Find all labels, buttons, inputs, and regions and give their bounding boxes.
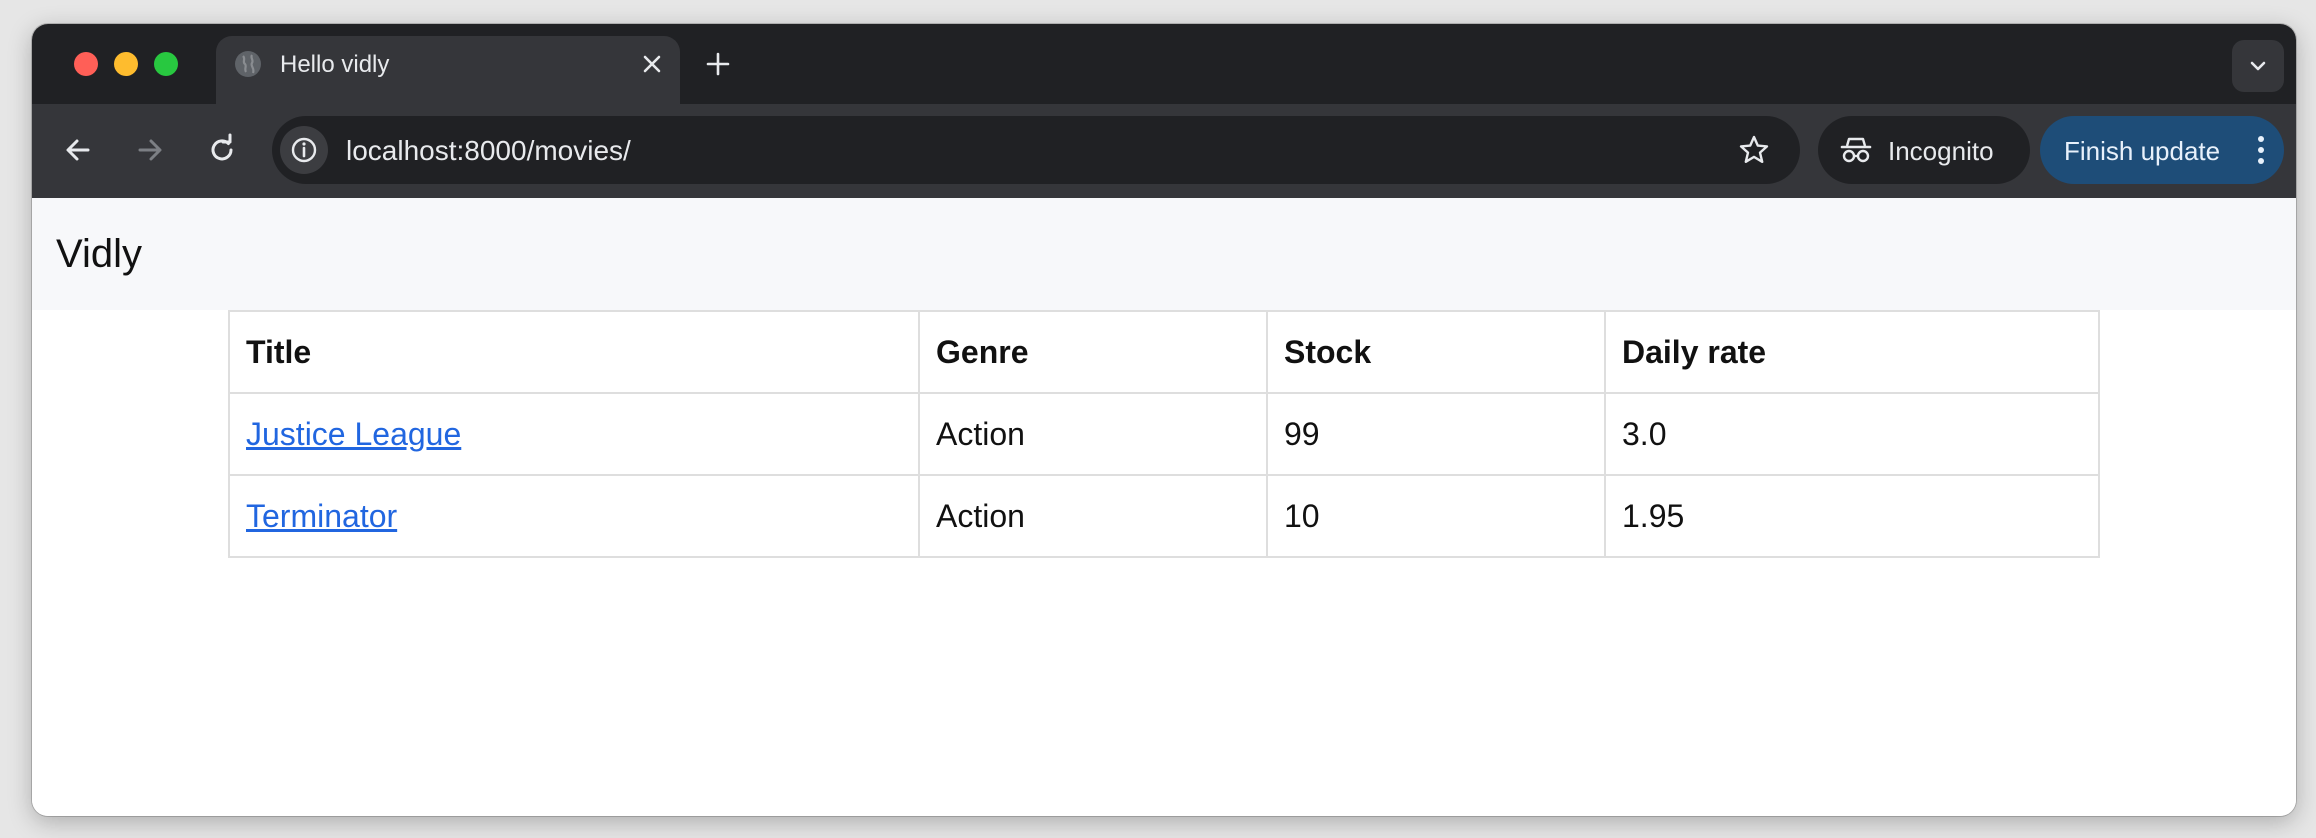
info-icon (291, 137, 317, 163)
column-header-title: Title (228, 310, 920, 394)
close-window-button[interactable] (74, 52, 98, 76)
incognito-label: Incognito (1888, 136, 1994, 166)
tab-search-button[interactable] (2232, 40, 2284, 92)
star-icon[interactable] (1738, 134, 1770, 166)
cell-stock: 99 (1266, 392, 1606, 476)
back-arrow-icon[interactable] (60, 132, 96, 168)
globe-icon (235, 51, 261, 77)
brand-link[interactable]: Vidly (56, 232, 142, 277)
reload-icon[interactable] (204, 132, 240, 168)
movies-table: Title Genre Stock Daily rate Justice Lea… (228, 310, 2100, 558)
navbar: Vidly (32, 198, 2296, 310)
table-row: Terminator Action 10 1.95 (228, 474, 2100, 558)
cell-title: Justice League (228, 392, 920, 476)
tab-hello-vidly[interactable]: Hello vidly (216, 36, 680, 104)
cell-genre: Action (918, 392, 1268, 476)
close-icon[interactable] (640, 52, 664, 76)
table-header-row: Title Genre Stock Daily rate (228, 310, 2100, 394)
column-header-stock: Stock (1266, 310, 1606, 394)
forward-arrow-icon[interactable] (132, 132, 168, 168)
plus-icon[interactable] (704, 50, 732, 78)
column-header-genre: Genre (918, 310, 1268, 394)
kebab-menu-icon[interactable] (2256, 134, 2266, 166)
address-bar[interactable]: localhost:8000/movies/ (272, 116, 1800, 184)
table-row: Justice League Action 99 3.0 (228, 392, 2100, 476)
finish-update-button[interactable]: Finish update (2040, 116, 2284, 184)
url-text: localhost:8000/movies/ (346, 135, 631, 166)
cell-daily-rate: 1.95 (1604, 474, 2100, 558)
movie-title-link[interactable]: Justice League (246, 416, 461, 452)
browser-window: Hello vidly localhost:8000/movies/ Incog… (32, 24, 2296, 816)
toolbar: localhost:8000/movies/ Incognito Finish … (32, 104, 2296, 198)
cell-genre: Action (918, 474, 1268, 558)
maximize-window-button[interactable] (154, 52, 178, 76)
incognito-icon (1840, 137, 1872, 163)
minimize-window-button[interactable] (114, 52, 138, 76)
cell-title: Terminator (228, 474, 920, 558)
movie-title-link[interactable]: Terminator (246, 498, 397, 534)
finish-update-label: Finish update (2064, 136, 2221, 166)
tab-title: Hello vidly (280, 51, 390, 78)
tab-strip: Hello vidly (32, 24, 2296, 104)
page-content: Vidly Title Genre Stock Daily rate Justi… (32, 198, 2296, 816)
site-info-button[interactable] (280, 126, 328, 174)
cell-stock: 10 (1266, 474, 1606, 558)
chevron-down-icon (2250, 61, 2266, 71)
incognito-button[interactable]: Incognito (1818, 116, 2030, 184)
column-header-daily-rate: Daily rate (1604, 310, 2100, 394)
cell-daily-rate: 3.0 (1604, 392, 2100, 476)
